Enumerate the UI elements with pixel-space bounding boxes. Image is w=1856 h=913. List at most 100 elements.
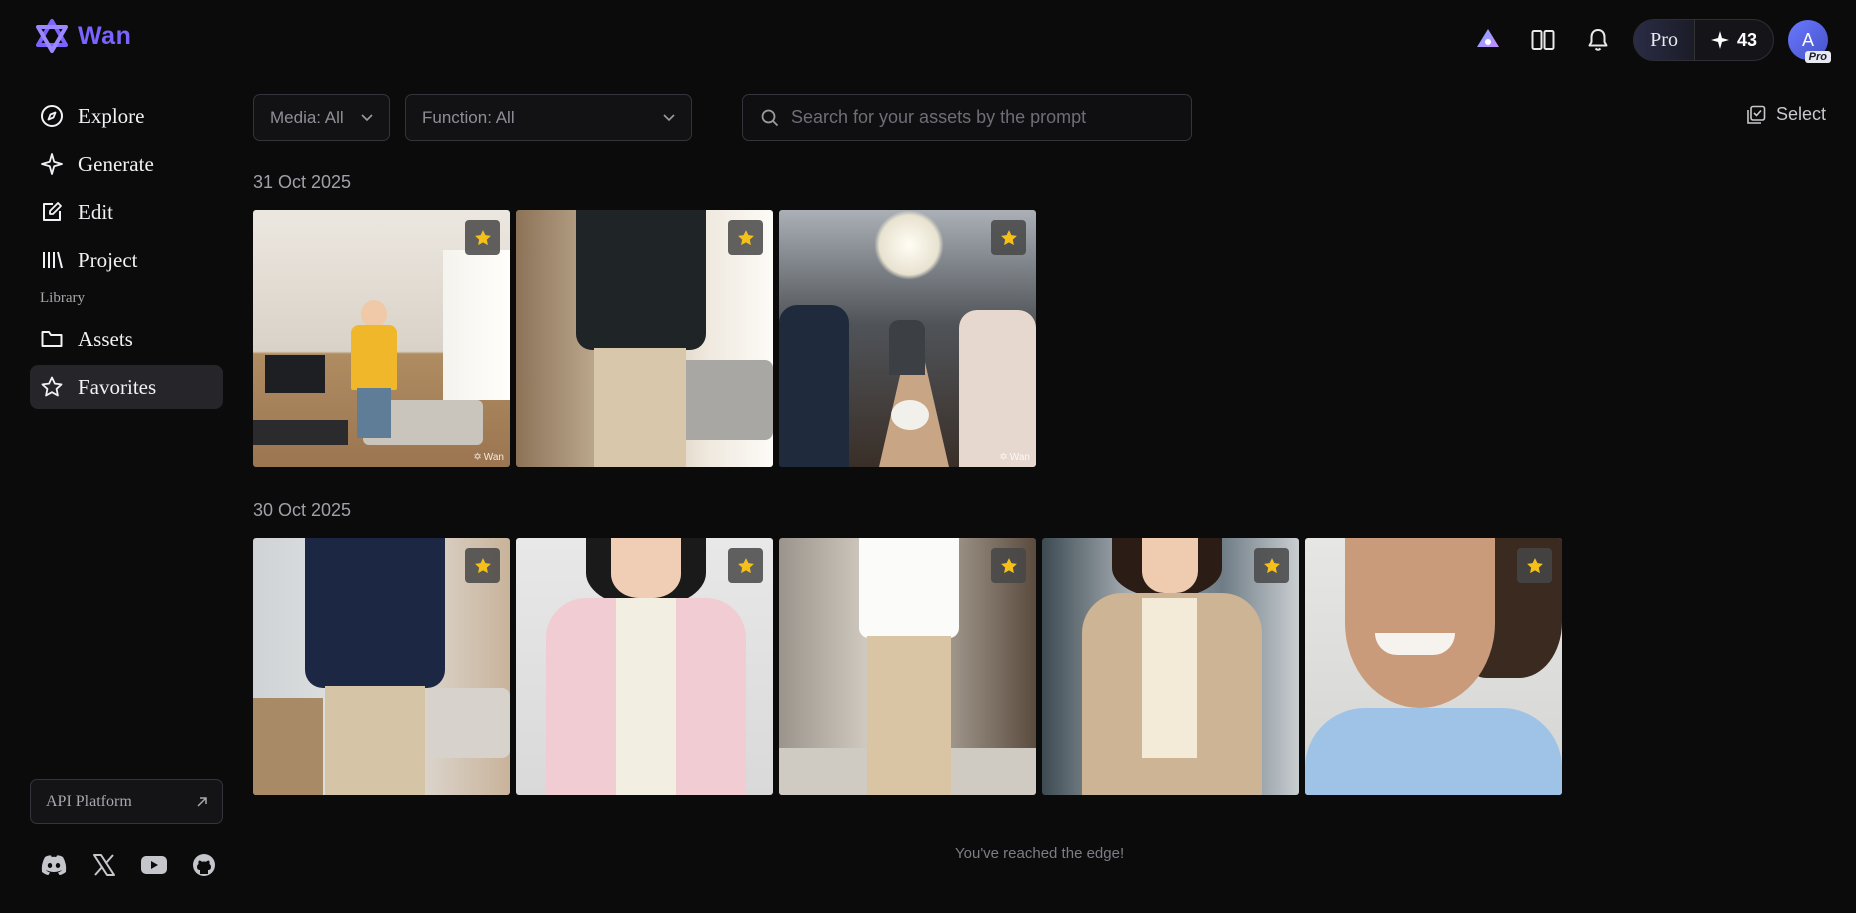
youtube-icon[interactable] bbox=[140, 854, 168, 876]
function-filter-dropdown[interactable]: Function: All bbox=[405, 94, 692, 141]
credits-display: 43 bbox=[1695, 30, 1773, 51]
chevron-down-icon bbox=[361, 113, 373, 121]
asset-thumbnail[interactable] bbox=[779, 538, 1036, 795]
external-link-icon bbox=[197, 796, 207, 807]
khaki-pants-shape bbox=[325, 686, 425, 795]
star-filled-icon bbox=[737, 229, 754, 245]
credits-count: 43 bbox=[1736, 29, 1757, 50]
sidebar-item-favorites[interactable]: Favorites bbox=[30, 365, 223, 409]
face-shape bbox=[1142, 538, 1198, 593]
sparkle-icon bbox=[41, 153, 63, 175]
search-input[interactable] bbox=[791, 107, 1171, 128]
child-head-shape bbox=[361, 300, 387, 328]
asset-thumbnail[interactable]: ✡ Wan bbox=[253, 210, 510, 467]
favorite-toggle[interactable] bbox=[991, 220, 1026, 255]
watermark: ✡ Wan bbox=[999, 452, 1030, 463]
compare-view-button[interactable] bbox=[1523, 20, 1563, 60]
khaki-pants-shape bbox=[867, 636, 951, 795]
github-icon[interactable] bbox=[192, 853, 216, 877]
favorite-toggle[interactable] bbox=[1517, 548, 1552, 583]
person-center-shape bbox=[889, 320, 925, 375]
cabinet-shape bbox=[253, 420, 348, 445]
sidebar-item-label: Assets bbox=[78, 326, 133, 351]
asset-thumbnail[interactable] bbox=[1042, 538, 1299, 795]
flowers-shape bbox=[891, 400, 929, 430]
library-section-label: Library bbox=[40, 290, 85, 306]
api-platform-label: API Platform bbox=[46, 792, 132, 810]
blouse-shape bbox=[616, 598, 676, 795]
wan-logo-icon bbox=[36, 19, 68, 53]
asset-thumbnail[interactable] bbox=[253, 538, 510, 795]
user-avatar[interactable]: A Pro bbox=[1788, 20, 1831, 63]
khaki-pants-shape bbox=[594, 348, 686, 467]
compass-icon bbox=[41, 105, 63, 127]
plan-credits-pill[interactable]: Pro 43 bbox=[1633, 19, 1774, 61]
star-filled-icon bbox=[1000, 557, 1017, 573]
select-label: Select bbox=[1775, 104, 1826, 124]
shelf-shape bbox=[253, 698, 323, 795]
edit-icon bbox=[43, 202, 62, 221]
face-shape bbox=[1345, 538, 1495, 708]
favorite-toggle[interactable] bbox=[465, 548, 500, 583]
header-actions: Pro 43 A Pro bbox=[1468, 19, 1831, 63]
watermark-text: Wan bbox=[483, 452, 504, 463]
smile-shape bbox=[1375, 633, 1455, 655]
asset-thumbnail[interactable]: ✡ Wan bbox=[779, 210, 1036, 467]
ai-assistant-button[interactable] bbox=[1468, 20, 1508, 60]
watermark: ✡ Wan bbox=[473, 452, 504, 463]
star-icon bbox=[41, 376, 63, 397]
blue-shirt-shape bbox=[1305, 708, 1562, 795]
columns-icon bbox=[1531, 30, 1555, 50]
sidebar-item-assets[interactable]: Assets bbox=[30, 317, 223, 361]
api-platform-button[interactable]: API Platform bbox=[30, 779, 223, 824]
sofa-shape bbox=[428, 688, 510, 758]
function-filter-label: Function: All bbox=[422, 107, 515, 127]
date-heading: 30 Oct 2025 bbox=[253, 500, 352, 520]
sidebar-item-project[interactable]: Project bbox=[30, 238, 223, 282]
white-shirt-shape bbox=[859, 538, 959, 638]
discord-icon[interactable] bbox=[40, 854, 68, 876]
bell-icon bbox=[1588, 29, 1608, 51]
sidebar: Explore Generate Edit Project Library As… bbox=[30, 94, 223, 413]
person-right-shape bbox=[959, 310, 1036, 467]
sidebar-item-generate[interactable]: Generate bbox=[30, 142, 223, 186]
select-checkbox-icon bbox=[1747, 105, 1766, 124]
favorite-toggle[interactable] bbox=[728, 220, 763, 255]
navy-sweater-shape bbox=[305, 538, 445, 688]
plan-name: Pro bbox=[1634, 20, 1695, 60]
sparkle-icon bbox=[1710, 31, 1729, 49]
dark-sweater-shape bbox=[576, 210, 706, 350]
search-bar bbox=[742, 94, 1192, 141]
asset-thumbnail[interactable] bbox=[516, 210, 773, 467]
favorite-toggle[interactable] bbox=[1254, 548, 1289, 583]
person-left-shape bbox=[779, 305, 849, 467]
folder-icon bbox=[41, 331, 63, 347]
jeans-shape bbox=[357, 388, 391, 438]
sidebar-item-edit[interactable]: Edit bbox=[30, 190, 223, 234]
pendant-lamp-shape bbox=[874, 210, 944, 280]
star-filled-icon bbox=[1526, 557, 1543, 573]
sidebar-item-explore[interactable]: Explore bbox=[30, 94, 223, 138]
sidebar-item-label: Favorites bbox=[78, 374, 157, 399]
media-filter-dropdown[interactable]: Media: All bbox=[253, 94, 390, 141]
sidebar-item-label: Generate bbox=[78, 151, 154, 176]
favorite-toggle[interactable] bbox=[465, 220, 500, 255]
asset-thumbnail[interactable] bbox=[1305, 538, 1562, 795]
favorite-toggle[interactable] bbox=[728, 548, 763, 583]
star-filled-icon bbox=[1263, 557, 1280, 573]
avatar-pro-badge: Pro bbox=[1804, 51, 1831, 63]
sidebar-item-label: Project bbox=[78, 247, 138, 272]
avatar-initial: A bbox=[1801, 29, 1814, 50]
app-logo[interactable]: Wan bbox=[34, 18, 131, 54]
favorite-toggle[interactable] bbox=[991, 548, 1026, 583]
face-shape bbox=[611, 538, 681, 598]
sidebar-item-label: Explore bbox=[78, 103, 145, 128]
x-twitter-icon[interactable] bbox=[92, 854, 116, 876]
app-name: Wan bbox=[78, 21, 132, 50]
star-filled-icon bbox=[474, 229, 491, 245]
media-filter-label: Media: All bbox=[270, 107, 344, 127]
watermark-text: Wan bbox=[1009, 452, 1030, 463]
notifications-button[interactable] bbox=[1578, 20, 1618, 60]
select-button[interactable]: Select bbox=[1746, 104, 1826, 125]
asset-thumbnail[interactable] bbox=[516, 538, 773, 795]
